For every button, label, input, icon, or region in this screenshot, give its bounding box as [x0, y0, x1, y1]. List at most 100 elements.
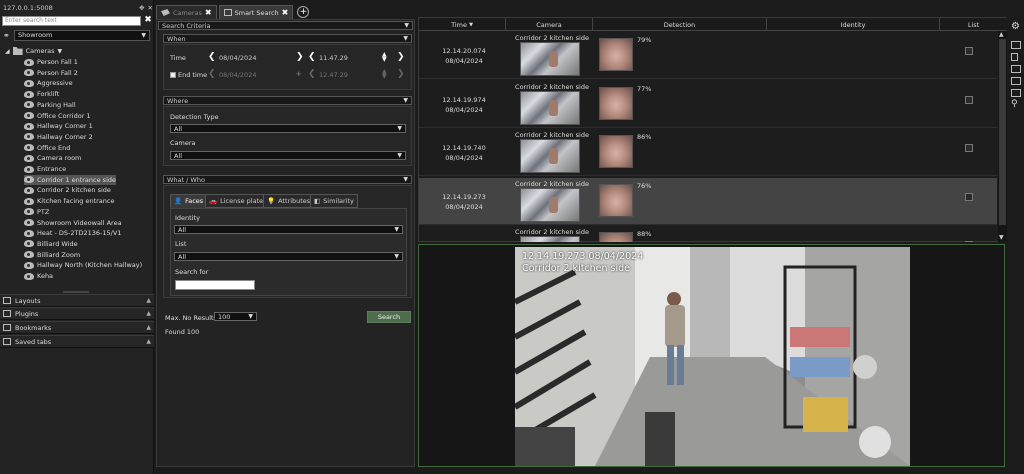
view-selector[interactable]: Showroom ▼ — [14, 30, 150, 41]
column-detection[interactable]: Detection — [593, 18, 767, 31]
tree-item-camera[interactable]: Corridor 1 entrance side — [24, 174, 116, 185]
criteria-header[interactable]: Search Criteria ▼ — [158, 21, 413, 30]
list-select[interactable]: All ▼ — [174, 252, 403, 261]
tree-item-camera[interactable]: Aggressive — [24, 78, 73, 88]
camera-select[interactable]: All ▼ — [170, 151, 406, 160]
list-checkbox[interactable] — [965, 144, 973, 152]
image-icon[interactable] — [1011, 89, 1021, 97]
where-header[interactable]: Where ▼ — [163, 96, 412, 105]
tree-item-camera[interactable]: Camera room — [24, 153, 81, 163]
time-spinner-icon[interactable]: ▲ ▼ — [382, 52, 387, 63]
start-date-field[interactable]: 08/04/2024 — [219, 54, 256, 62]
table-row[interactable]: 12.14.19.974 08/04/2024 Corridor 2 kitchen… — [419, 81, 997, 128]
list-checkbox[interactable] — [965, 47, 973, 55]
when-header[interactable]: When ▼ — [163, 34, 412, 43]
end-time-checkbox[interactable] — [170, 72, 176, 78]
prev-end-time-icon[interactable]: ❮ — [308, 70, 316, 79]
table-row[interactable]: 12.14.20.074 08/04/2024 Corridor 2 kitchen… — [419, 32, 997, 79]
scrollbar-thumb[interactable] — [999, 39, 1006, 225]
tree-item-camera[interactable]: Hallway Corner 1 — [24, 121, 93, 131]
next-date-icon[interactable]: ❯ — [296, 53, 304, 62]
section-layouts[interactable]: Layouts ▲ — [0, 294, 154, 307]
tree-item-camera[interactable]: Hallway Corner 2 — [24, 132, 93, 142]
scroll-down-icon[interactable]: ▼ — [999, 234, 1004, 241]
tree-item-camera[interactable]: PTZ — [24, 207, 49, 217]
clear-search-icon[interactable]: ✖ — [143, 15, 153, 26]
playback-bar[interactable] — [156, 467, 1024, 474]
tree-scrollbar[interactable] — [63, 291, 89, 293]
end-time-field[interactable]: 12.47.29 — [319, 71, 348, 79]
table-row[interactable]: 12.14.19.273 08/04/2024 Corridor 2 kitchen… — [419, 177, 997, 225]
tree-item-camera[interactable]: Office Corridor 1 — [24, 111, 91, 121]
search-button[interactable]: Search — [367, 311, 411, 323]
windows-icon[interactable] — [1011, 77, 1021, 85]
gear-icon[interactable]: ⚙ — [1011, 21, 1020, 32]
section-bookmarks[interactable]: Bookmarks ▲ — [0, 321, 154, 334]
list-checkbox[interactable] — [965, 241, 973, 242]
scroll-up-icon[interactable]: ▲ — [999, 31, 1004, 38]
column-time[interactable]: Time ▼ — [419, 18, 506, 31]
tree-item-camera[interactable]: Corridor 2 kitchen side — [24, 185, 111, 195]
table-row[interactable]: Corridor 2 kitchen side 88% — [419, 226, 997, 242]
list-checkbox[interactable] — [965, 192, 973, 201]
close-tab-icon[interactable]: ✖ — [205, 8, 212, 17]
tree-item-camera[interactable]: Parking Hall — [24, 100, 76, 110]
next-end-time-icon[interactable]: ❯ — [397, 70, 405, 79]
prev-date-icon[interactable]: ❮ — [208, 53, 216, 62]
table-row[interactable]: 12.14.19.740 08/04/2024 Corridor 2 kitchen… — [419, 129, 997, 176]
result-face-crop[interactable] — [599, 86, 633, 120]
column-list[interactable]: List — [940, 18, 1007, 31]
video-frame[interactable]: 12.14.19.273 08/04/2024 Corridor 2 kitche… — [515, 247, 910, 466]
identity-select[interactable]: All ▼ — [174, 225, 403, 234]
section-plugins[interactable]: Plugins ▲ — [0, 307, 154, 320]
tree-item-camera[interactable]: Kitchen facing entrance — [24, 196, 114, 206]
tab-license-plates[interactable]: 🚗 License plates — [205, 194, 271, 208]
tree-root-cameras[interactable]: ◢ Cameras ▼ — [5, 46, 62, 56]
results-scrollbar[interactable]: ▲ ▼ — [998, 31, 1007, 242]
close-panel-icon[interactable]: ✕ — [148, 4, 153, 12]
tree-item-camera[interactable]: Entrance — [24, 164, 66, 174]
max-results-select[interactable]: 100 ▼ — [214, 312, 257, 321]
tab-similarity[interactable]: ◧ Similarity — [310, 194, 358, 208]
end-time-spinner-icon[interactable]: ▲ ▼ — [382, 69, 387, 80]
detection-type-select[interactable]: All ▼ — [170, 124, 406, 133]
column-camera[interactable]: Camera — [506, 18, 593, 31]
result-face-crop[interactable] — [599, 135, 633, 168]
search-icon[interactable]: ⚲ — [1011, 99, 1018, 109]
result-face-crop[interactable] — [599, 232, 633, 242]
tab-attributes[interactable]: 💡 Attributes — [263, 194, 315, 208]
tree-item-camera[interactable]: Hallway North (Kitchen Hallway) — [24, 260, 142, 270]
section-saved-tabs[interactable]: Saved tabs ▲ — [0, 335, 154, 348]
list-checkbox[interactable] — [965, 95, 973, 104]
tree-item-camera[interactable]: Billiard Zoom — [24, 250, 80, 260]
search-for-input[interactable] — [175, 280, 255, 290]
add-tab-button[interactable]: + — [297, 6, 310, 18]
result-thumbnail[interactable] — [520, 42, 580, 76]
tree-search-input[interactable]: Enter search text — [2, 16, 141, 26]
layout-icon[interactable] — [1011, 41, 1021, 49]
end-date-field[interactable]: 08/04/2024 — [219, 71, 256, 79]
tree-item-camera[interactable]: Keha — [24, 271, 53, 281]
tree-view-icon[interactable]: ⚭ — [3, 31, 13, 41]
save-icon[interactable] — [1011, 65, 1021, 73]
result-thumbnail[interactable] — [520, 236, 580, 242]
tree-item-camera[interactable]: Forklift — [24, 89, 59, 99]
tree-item-camera[interactable]: Billiard Wide — [24, 239, 78, 249]
start-time-field[interactable]: 11.47.29 — [319, 54, 348, 62]
tree-item-camera[interactable]: Office End — [24, 143, 70, 153]
next-time-icon[interactable]: ❯ — [397, 53, 405, 62]
tab-cameras[interactable]: Cameras ✖ — [156, 5, 217, 19]
tab-faces[interactable]: 👤 Faces — [170, 194, 208, 208]
prev-end-date-icon[interactable]: ❮ — [208, 70, 216, 79]
page-icon[interactable] — [1011, 53, 1018, 61]
column-identity[interactable]: Identity — [767, 18, 940, 31]
collapse-icon[interactable]: ◢ — [5, 48, 10, 55]
what-who-header[interactable]: What / Who ▼ — [163, 175, 412, 184]
result-thumbnail[interactable] — [520, 90, 580, 125]
tab-smart-search[interactable]: Smart Search ✖ — [218, 5, 294, 19]
video-player[interactable]: 12.14.19.273 08/04/2024 Corridor 2 kitche… — [418, 244, 1005, 467]
tree-item-camera[interactable]: Heat - DS-2TD2136-15/V1 — [24, 228, 121, 238]
pin-icon[interactable]: ✥ — [139, 4, 144, 12]
close-tab-icon[interactable]: ✖ — [282, 8, 289, 17]
end-date-spinner-icon[interactable]: ✚ — [296, 70, 301, 79]
